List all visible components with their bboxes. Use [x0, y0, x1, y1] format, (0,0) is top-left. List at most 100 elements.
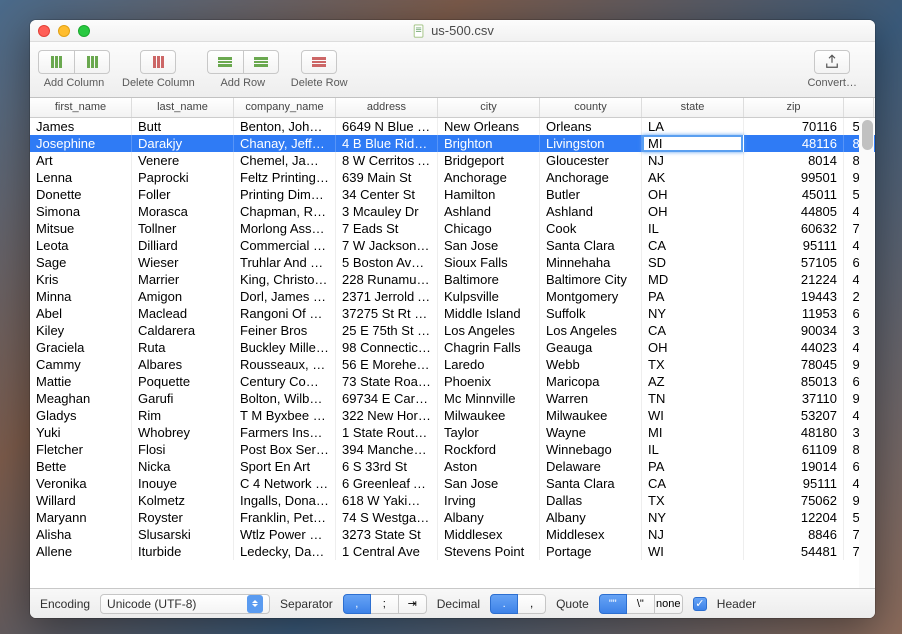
table-row[interactable]: GracielaRutaBuckley Miller…98 Connecticu…: [30, 339, 875, 356]
cell-zip[interactable]: 95111: [744, 475, 844, 492]
add-row-button[interactable]: [207, 50, 243, 74]
table-row[interactable]: WillardKolmetzIngalls, Donald…618 W Yaki…: [30, 492, 875, 509]
cell-last_name[interactable]: Caldarera: [132, 322, 234, 339]
cell-state[interactable]: NY: [642, 509, 744, 526]
cell-first_name[interactable]: Leota: [30, 237, 132, 254]
cell-first_name[interactable]: Bette: [30, 458, 132, 475]
column-header[interactable]: county: [540, 98, 642, 117]
quote-option[interactable]: none: [655, 594, 683, 614]
cell-zip[interactable]: 61109: [744, 441, 844, 458]
column-header[interactable]: zip: [744, 98, 844, 117]
cell-state[interactable]: NY: [642, 305, 744, 322]
cell-zip[interactable]: 99501: [744, 169, 844, 186]
cell-state[interactable]: OH: [642, 339, 744, 356]
cell-county[interactable]: Suffolk: [540, 305, 642, 322]
convert-button[interactable]: [814, 50, 850, 74]
cell-last_name[interactable]: Kolmetz: [132, 492, 234, 509]
table-row[interactable]: DonetteFollerPrinting Dimen…34 Center St…: [30, 186, 875, 203]
cell-address[interactable]: 394 Manchest…: [336, 441, 438, 458]
cell-zip[interactable]: 37110: [744, 390, 844, 407]
cell-address[interactable]: 8 W Cerritos A…: [336, 152, 438, 169]
cell-company_name[interactable]: Printing Dimen…: [234, 186, 336, 203]
cell-company_name[interactable]: Feiner Bros: [234, 322, 336, 339]
cell-company_name[interactable]: Ingalls, Donald…: [234, 492, 336, 509]
cell-last_name[interactable]: Dilliard: [132, 237, 234, 254]
table-row[interactable]: SageWieserTruhlar And Tr…5 Boston Ave #……: [30, 254, 875, 271]
cell-county[interactable]: Warren: [540, 390, 642, 407]
cell-first_name[interactable]: Meaghan: [30, 390, 132, 407]
cell-zip[interactable]: 44805: [744, 203, 844, 220]
cell-zip[interactable]: 75062: [744, 492, 844, 509]
cell-state[interactable]: PA: [642, 288, 744, 305]
cell-state[interactable]: TN: [642, 390, 744, 407]
cell-county[interactable]: Butler: [540, 186, 642, 203]
cell-first_name[interactable]: Yuki: [30, 424, 132, 441]
cell-company_name[interactable]: Franklin, Peter…: [234, 509, 336, 526]
cell-first_name[interactable]: Lenna: [30, 169, 132, 186]
cell-company_name[interactable]: Feltz Printing S…: [234, 169, 336, 186]
scrollbar-thumb[interactable]: [862, 120, 873, 150]
cell-company_name[interactable]: C 4 Network Inc: [234, 475, 336, 492]
cell-address[interactable]: 1 Central Ave: [336, 543, 438, 560]
cell-address[interactable]: 25 E 75th St #69: [336, 322, 438, 339]
cell-county[interactable]: Baltimore City: [540, 271, 642, 288]
cell-city[interactable]: Phoenix: [438, 373, 540, 390]
cell-first_name[interactable]: Fletcher: [30, 441, 132, 458]
table-row[interactable]: AlishaSlusarskiWtlz Power 10…3273 State …: [30, 526, 875, 543]
cell-state[interactable]: WI: [642, 407, 744, 424]
cell-last_name[interactable]: Poquette: [132, 373, 234, 390]
cell-city[interactable]: Aston: [438, 458, 540, 475]
cell-first_name[interactable]: Alisha: [30, 526, 132, 543]
cell-company_name[interactable]: Chemel, James…: [234, 152, 336, 169]
cell-state[interactable]: LA: [642, 118, 744, 135]
cell-last_name[interactable]: Marrier: [132, 271, 234, 288]
cell-first_name[interactable]: Art: [30, 152, 132, 169]
cell-last_name[interactable]: Garufi: [132, 390, 234, 407]
cell-last_name[interactable]: Slusarski: [132, 526, 234, 543]
cell-zip[interactable]: 48180: [744, 424, 844, 441]
cell-city[interactable]: Sioux Falls: [438, 254, 540, 271]
cell-address[interactable]: 6649 N Blue G…: [336, 118, 438, 135]
cell-city[interactable]: Chagrin Falls: [438, 339, 540, 356]
decimal-option[interactable]: ,: [518, 594, 546, 614]
cell-last_name[interactable]: Rim: [132, 407, 234, 424]
cell-city[interactable]: Brighton: [438, 135, 540, 152]
cell-address[interactable]: 322 New Horiz…: [336, 407, 438, 424]
cell-state[interactable]: MI: [642, 424, 744, 441]
add-column-button[interactable]: [38, 50, 74, 74]
cell-county[interactable]: Santa Clara: [540, 237, 642, 254]
cell-state[interactable]: OH: [642, 186, 744, 203]
table-row[interactable]: KrisMarrierKing, Christop…228 Runamuck…B…: [30, 271, 875, 288]
cell-address[interactable]: 7 W Jackson Bl…: [336, 237, 438, 254]
cell-company_name[interactable]: Ledecky, David…: [234, 543, 336, 560]
cell-city[interactable]: Irving: [438, 492, 540, 509]
table-row[interactable]: CammyAlbaresRousseaux, Mi…56 E Morehead……: [30, 356, 875, 373]
cell-address[interactable]: 37275 St Rt 17…: [336, 305, 438, 322]
cell-first_name[interactable]: Kiley: [30, 322, 132, 339]
column-header[interactable]: company_name: [234, 98, 336, 117]
cell-county[interactable]: Anchorage: [540, 169, 642, 186]
cell-address[interactable]: 228 Runamuck…: [336, 271, 438, 288]
cell-company_name[interactable]: King, Christop…: [234, 271, 336, 288]
cell-county[interactable]: Portage: [540, 543, 642, 560]
cell-address[interactable]: 1 State Route 27: [336, 424, 438, 441]
cell-first_name[interactable]: Maryann: [30, 509, 132, 526]
cell-address[interactable]: 34 Center St: [336, 186, 438, 203]
cell-address[interactable]: 3 Mcauley Dr: [336, 203, 438, 220]
cell-last_name[interactable]: Whobrey: [132, 424, 234, 441]
cell-state[interactable]: IL: [642, 220, 744, 237]
cell-city[interactable]: Anchorage: [438, 169, 540, 186]
cell-state[interactable]: CA: [642, 475, 744, 492]
titlebar[interactable]: us-500.csv: [30, 20, 875, 42]
table-row[interactable]: MaryannRoysterFranklin, Peter…74 S Westg…: [30, 509, 875, 526]
cell-company_name[interactable]: Rousseaux, Mi…: [234, 356, 336, 373]
cell-last_name[interactable]: Wieser: [132, 254, 234, 271]
cell-company_name[interactable]: Farmers Insura…: [234, 424, 336, 441]
cell-address[interactable]: 5 Boston Ave #…: [336, 254, 438, 271]
cell-county[interactable]: Delaware: [540, 458, 642, 475]
cell-city[interactable]: Albany: [438, 509, 540, 526]
cell-county[interactable]: Albany: [540, 509, 642, 526]
cell-county[interactable]: Montgomery: [540, 288, 642, 305]
cell-city[interactable]: Middlesex: [438, 526, 540, 543]
cell-state[interactable]: MI: [642, 135, 744, 152]
